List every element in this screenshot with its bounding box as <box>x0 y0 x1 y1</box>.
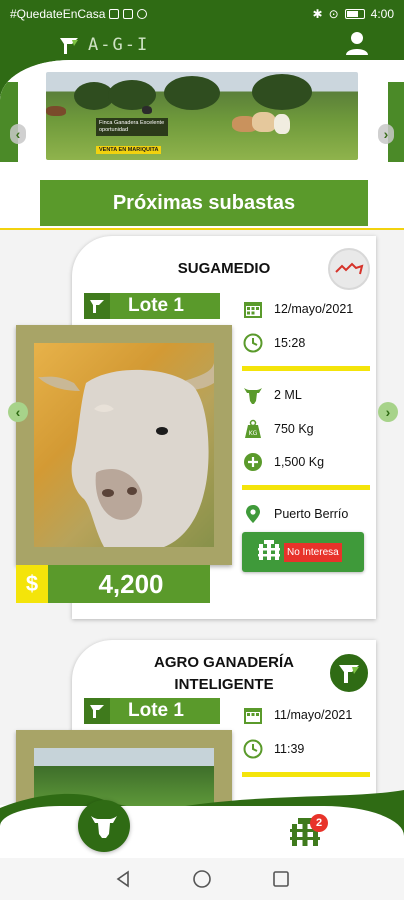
user-icon[interactable] <box>344 30 370 56</box>
bottom-nav <box>0 806 404 858</box>
auction-location: Puerto Berrío <box>274 507 349 521</box>
plus-circle-icon <box>242 451 264 473</box>
yellow-divider <box>242 772 370 777</box>
status-time: 4:00 <box>370 7 394 21</box>
lote-photo <box>34 343 214 547</box>
battery-icon <box>344 9 365 19</box>
currency-symbol: $ <box>16 565 48 603</box>
auction-date: 12/mayo/2021 <box>274 302 354 316</box>
cow-photo-icon <box>38 363 214 547</box>
logo-mark-icon <box>60 38 78 54</box>
calendar-icon <box>242 704 264 726</box>
auction-time: 11:39 <box>274 742 305 756</box>
lote-photo-frame[interactable] <box>16 325 232 565</box>
lote-logo-icon <box>84 293 110 319</box>
auction-time-row: 15:28 <box>242 332 305 354</box>
card-prev-button[interactable]: ‹ <box>8 402 28 422</box>
price-amount: 4,200 <box>98 568 164 599</box>
weight-value: 750 Kg <box>274 422 314 436</box>
organizer-logo <box>328 652 370 694</box>
whatsapp-icon <box>137 9 148 19</box>
cattle-icon <box>91 816 117 838</box>
notification-badge: 2 <box>310 814 328 832</box>
location-status-icon: ⊙ <box>328 7 339 21</box>
clock-icon <box>242 738 264 760</box>
section-title: Próximas subastas <box>40 180 368 226</box>
status-bar: #QuedateEnCasa ✱ ⊙ 4:00 <box>0 0 404 28</box>
location-pin-icon <box>242 503 264 525</box>
banner-carousel: Finca Ganadera Excelente oportunidad VEN… <box>0 72 404 162</box>
back-icon[interactable] <box>114 870 132 888</box>
clock-icon <box>242 332 264 354</box>
banner-tag: VENTA EN MARIQUITA <box>96 146 162 154</box>
auction-date-row: 12/mayo/2021 <box>242 298 353 320</box>
lote-text: Lote 1 <box>128 700 184 721</box>
extra-weight-row: 1,500 Kg <box>242 451 324 473</box>
home-icon[interactable] <box>192 869 212 889</box>
cattle-count-row: 2 ML <box>242 384 302 406</box>
card-next-button[interactable]: › <box>378 402 398 422</box>
status-hashtag: #QuedateEnCasa <box>10 7 106 21</box>
home-nav-button[interactable] <box>78 800 130 852</box>
auction-time-row: 11:39 <box>242 738 304 760</box>
yellow-divider <box>242 485 370 490</box>
banner-image[interactable]: Finca Ganadera Excelente oportunidad VEN… <box>46 72 358 160</box>
price-box: $ 4,200 <box>16 565 210 603</box>
calendar-icon <box>242 298 264 320</box>
app-logo[interactable]: A-G-I <box>58 34 149 56</box>
notification-icon <box>123 9 134 19</box>
cattle-count: 2 ML <box>274 388 302 402</box>
recents-icon[interactable] <box>272 870 290 888</box>
android-nav-bar <box>0 858 404 900</box>
agi-logo-icon <box>339 665 359 683</box>
lote-logo-icon <box>84 698 110 724</box>
location-row: Puerto Berrío <box>242 503 348 525</box>
banner-next-button[interactable]: › <box>378 124 394 144</box>
extra-weight-value: 1,500 Kg <box>274 455 325 469</box>
banner-caption: Finca Ganadera Excelente oportunidad <box>96 118 168 136</box>
lote-label: Lote 1 <box>84 698 220 724</box>
weight-row: KG 750 Kg <box>242 418 314 440</box>
cattle-icon <box>242 384 264 406</box>
weight-icon: KG <box>242 418 264 440</box>
bluetooth-icon: ✱ <box>312 7 323 21</box>
section-divider <box>0 228 404 230</box>
not-interested-button[interactable]: No Interesa <box>242 532 364 572</box>
fence-icon <box>258 539 280 565</box>
auction-time: 15:28 <box>274 336 306 350</box>
organizer-logo <box>328 248 370 290</box>
auction-date-row: 11/mayo/2021 <box>242 704 352 726</box>
prev-banner-thumb[interactable] <box>0 82 18 162</box>
yellow-divider <box>242 366 370 371</box>
auction-date: 11/mayo/2021 <box>274 708 353 722</box>
lote-label: Lote 1 <box>84 293 220 319</box>
next-banner-thumb[interactable] <box>388 82 404 162</box>
signal-icon <box>109 9 120 19</box>
svg-text:KG: KG <box>249 430 258 437</box>
lote-text: Lote 1 <box>128 295 184 316</box>
map-icon <box>335 262 364 275</box>
not-interested-label: No Interesa <box>284 542 342 562</box>
logo-text: A-G-I <box>88 35 150 55</box>
banner-prev-button[interactable]: ‹ <box>10 124 26 144</box>
